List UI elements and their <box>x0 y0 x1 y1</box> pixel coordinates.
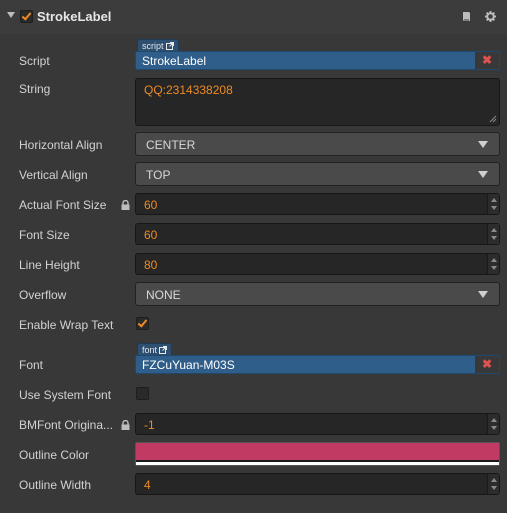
external-link-icon[interactable] <box>165 42 174 50</box>
script-asset-field[interactable]: StrokeLabel ✖ <box>135 51 500 70</box>
checkmark-icon <box>21 10 32 21</box>
vertical-align-select[interactable]: TOP <box>135 162 500 186</box>
font-label: Font <box>19 358 44 372</box>
line-height-input[interactable]: 80 <box>135 253 500 275</box>
overflow-select[interactable]: NONE <box>135 282 500 306</box>
dropdown-caret-icon <box>478 171 488 178</box>
string-value: QQ:2314338208 <box>144 83 233 97</box>
clear-icon[interactable]: ✖ <box>475 52 499 69</box>
spinner-icon[interactable] <box>487 474 499 494</box>
script-tag-label: script <box>142 41 164 51</box>
horizontal-align-label: Horizontal Align <box>19 138 103 152</box>
string-label: String <box>19 82 51 96</box>
outline-width-label: Outline Width <box>19 478 92 492</box>
font-size-input[interactable]: 60 <box>135 223 500 245</box>
spinner-icon[interactable] <box>487 254 499 274</box>
vertical-align-label: Vertical Align <box>19 168 88 182</box>
component-header: StrokeLabel <box>0 0 507 34</box>
actual-font-size-value: 60 <box>144 198 158 212</box>
font-asset-field[interactable]: FZCuYuan-M03S ✖ <box>135 355 500 374</box>
bmfont-original-size-label: BMFont Origina... <box>19 418 114 432</box>
lock-icon <box>121 420 130 430</box>
fold-arrow-icon[interactable] <box>7 12 15 18</box>
enable-wrap-text-label: Enable Wrap Text <box>19 318 114 332</box>
vertical-align-value: TOP <box>146 168 171 182</box>
spinner-icon[interactable] <box>487 224 499 244</box>
overflow-value: NONE <box>146 288 181 302</box>
enable-wrap-text-checkbox[interactable] <box>136 317 149 330</box>
overflow-label: Overflow <box>19 288 67 302</box>
string-textarea[interactable]: QQ:2314338208 <box>135 78 500 126</box>
script-label: Script <box>19 54 50 68</box>
font-size-label: Font Size <box>19 228 70 242</box>
external-link-icon[interactable] <box>159 346 168 354</box>
outline-color-label: Outline Color <box>19 448 90 462</box>
component-title: StrokeLabel <box>37 9 112 24</box>
dropdown-caret-icon <box>478 141 488 148</box>
color-swatch <box>136 443 499 460</box>
use-system-font-label: Use System Font <box>19 388 112 402</box>
script-value: StrokeLabel <box>142 54 207 68</box>
line-height-label: Line Height <box>19 258 80 272</box>
outline-width-input[interactable]: 4 <box>135 473 500 495</box>
font-tag-label: font <box>142 345 158 355</box>
horizontal-align-select[interactable]: CENTER <box>135 132 500 156</box>
line-height-value: 80 <box>144 258 158 272</box>
bmfont-original-size-input[interactable]: -1 <box>135 413 500 435</box>
alpha-bar <box>136 462 499 465</box>
outline-width-value: 4 <box>144 478 151 492</box>
dropdown-caret-icon <box>478 291 488 298</box>
actual-font-size-input[interactable]: 60 <box>135 193 500 215</box>
gear-icon[interactable] <box>485 11 496 22</box>
resize-grip-icon[interactable] <box>489 115 497 123</box>
bmfont-original-size-value: -1 <box>144 418 155 432</box>
font-size-value: 60 <box>144 228 158 242</box>
clear-icon[interactable]: ✖ <box>475 356 499 373</box>
actual-font-size-label: Actual Font Size <box>19 198 107 212</box>
horizontal-align-value: CENTER <box>146 138 196 152</box>
checkmark-icon <box>137 317 148 328</box>
use-system-font-checkbox[interactable] <box>136 387 149 400</box>
spinner-icon[interactable] <box>487 414 499 434</box>
book-icon[interactable] <box>462 11 471 22</box>
font-value: FZCuYuan-M03S <box>142 358 235 372</box>
lock-icon <box>121 200 130 210</box>
component-enabled-checkbox[interactable] <box>20 10 33 23</box>
spinner-icon[interactable] <box>487 194 499 214</box>
outline-color-picker[interactable] <box>135 442 500 466</box>
